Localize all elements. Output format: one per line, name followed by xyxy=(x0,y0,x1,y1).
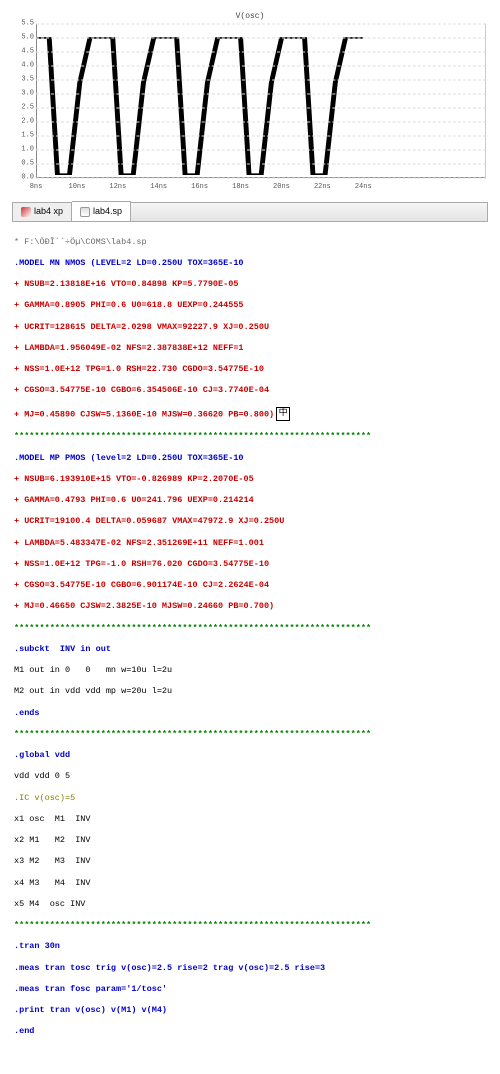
netlist-line: x4 M3 M4 INV xyxy=(14,878,486,889)
ytick-label: 2.5 xyxy=(10,104,34,113)
xtick-label: 22ns xyxy=(314,183,331,192)
model-line: + LAMBDA=5.483347E-02 NFS=2.351269E+11 N… xyxy=(14,538,486,549)
separator: ****************************************… xyxy=(14,729,486,740)
ytick-label: 5.5 xyxy=(10,20,34,29)
netlist-line: x2 M1 M2 INV xyxy=(14,835,486,846)
ime-cursor-mark: 中 xyxy=(276,407,290,421)
tran-line: .tran 30n xyxy=(14,941,486,952)
waveform-trace xyxy=(37,38,363,174)
ytick-label: 4.5 xyxy=(10,48,34,57)
xtick-label: 10ns xyxy=(69,183,86,192)
ytick-label: 0.5 xyxy=(10,160,34,169)
ytick-label: 0.0 xyxy=(10,174,34,183)
waveform-chart: V(osc) 0.0 0.5 1.0 1.5 2.0 2.5 3.0 3.5 4.0 4.5 5.0… xyxy=(10,12,490,192)
model-line: + NSS=1.0E+12 TPG=1.0 RSH=22.730 CGDO=3.… xyxy=(14,364,486,375)
tab-label: lab4 xp xyxy=(34,206,63,217)
tran-line: .meas tran tosc trig v(osc)=2.5 rise=2 t… xyxy=(14,963,486,974)
model-line: + GAMMA=0.8905 PHI=0.6 U0=618.8 UEXP=0.2… xyxy=(14,300,486,311)
ytick-label: 3.0 xyxy=(10,90,34,99)
tran-line: .print tran v(osc) v(M1) v(M4) xyxy=(14,1005,486,1016)
subckt-line: M2 out in vdd vdd mp w=20u l=2u xyxy=(14,686,486,697)
chart-title: V(osc) xyxy=(10,12,490,22)
xtick-label: 16ns xyxy=(191,183,208,192)
subckt-line: .ends xyxy=(14,708,486,719)
ytick-label: 2.0 xyxy=(10,118,34,127)
netlist-line: .IC v(osc)=5 xyxy=(14,793,486,804)
ytick-label: 1.5 xyxy=(10,132,34,141)
subckt-line: M1 out in 0 0 mn w=10u l=2u xyxy=(14,665,486,676)
netlist-line: x5 M4 osc INV xyxy=(14,899,486,910)
model-line: + NSS=1.0E+12 TPG=-1.0 RSH=76.020 CGDO=3… xyxy=(14,559,486,570)
model-line: + CGSO=3.54775E-10 CGBO=6.354506E-10 CJ=… xyxy=(14,385,486,396)
tab-label: lab4.sp xyxy=(93,206,122,217)
ytick-label: 1.0 xyxy=(10,146,34,155)
tab-lab4-sp[interactable]: lab4.sp xyxy=(72,201,131,221)
separator: ****************************************… xyxy=(14,920,486,931)
file-path-comment: * F:\ÖÐÎ΄´÷Öµ\COMS\lab4.sp xyxy=(14,237,486,248)
xtick-label: 20ns xyxy=(273,183,290,192)
wave-icon xyxy=(21,207,31,217)
netlist-line: .global vdd xyxy=(14,750,486,761)
editor-tabbar: lab4 xp lab4.sp xyxy=(12,202,488,222)
xtick-label: 18ns xyxy=(232,183,249,192)
code-editor[interactable]: * F:\ÖÐÎ΄´÷Öµ\COMS\lab4.sp .MODEL MN NMO… xyxy=(6,222,494,1070)
model-line: + UCRIT=128615 DELTA=2.0298 VMAX=92227.9… xyxy=(14,322,486,333)
subckt-line: .subckt INV in out xyxy=(14,644,486,655)
xtick-label: 8ns xyxy=(30,183,43,192)
model-line: + CGSO=3.54775E-10 CGBO=6.901174E-10 CJ=… xyxy=(14,580,486,591)
xtick-label: 24ns xyxy=(355,183,372,192)
model-line: + MJ=0.45890 CJSW=5.1360E-10 MJSW=0.3662… xyxy=(14,409,274,419)
ytick-label: 4.0 xyxy=(10,62,34,71)
netlist-line: vdd vdd 0 5 xyxy=(14,771,486,782)
tran-line: .meas tran fosc param='1/tosc' xyxy=(14,984,486,995)
model-line: + MJ=0.46650 CJSW=2.3825E-10 MJSW=0.2466… xyxy=(14,601,486,612)
separator: ****************************************… xyxy=(14,431,486,442)
model-line: + UCRIT=19100.4 DELTA=0.059687 VMAX=4797… xyxy=(14,516,486,527)
separator: ****************************************… xyxy=(14,623,486,634)
plot-area xyxy=(36,24,486,178)
model-line: + LAMBDA=1.956049E-02 NFS=2.387838E+12 N… xyxy=(14,343,486,354)
model-pmos-header: .MODEL MP PMOS (level=2 LD=0.250U TOX=36… xyxy=(14,453,486,464)
document-icon xyxy=(80,207,90,217)
tab-lab4-xp[interactable]: lab4 xp xyxy=(13,203,72,221)
tran-line: .end xyxy=(14,1026,486,1037)
xtick-label: 14ns xyxy=(150,183,167,192)
model-nmos-header: .MODEL MN NMOS (LEVEL=2 LD=0.250U TOX=36… xyxy=(14,258,486,269)
model-line: + GAMMA=0.4793 PHI=0.6 U0=241.796 UEXP=0… xyxy=(14,495,486,506)
netlist-line: x3 M2 M3 INV xyxy=(14,856,486,867)
netlist-line: x1 osc M1 INV xyxy=(14,814,486,825)
model-line: + NSUB=2.13818E+16 VTO=0.84898 KP=5.7790… xyxy=(14,279,486,290)
ytick-label: 5.0 xyxy=(10,34,34,43)
ytick-label: 3.5 xyxy=(10,76,34,85)
xtick-label: 12ns xyxy=(109,183,126,192)
model-line: + NSUB=6.193910E+15 VTO=-0.826989 KP=2.2… xyxy=(14,474,486,485)
